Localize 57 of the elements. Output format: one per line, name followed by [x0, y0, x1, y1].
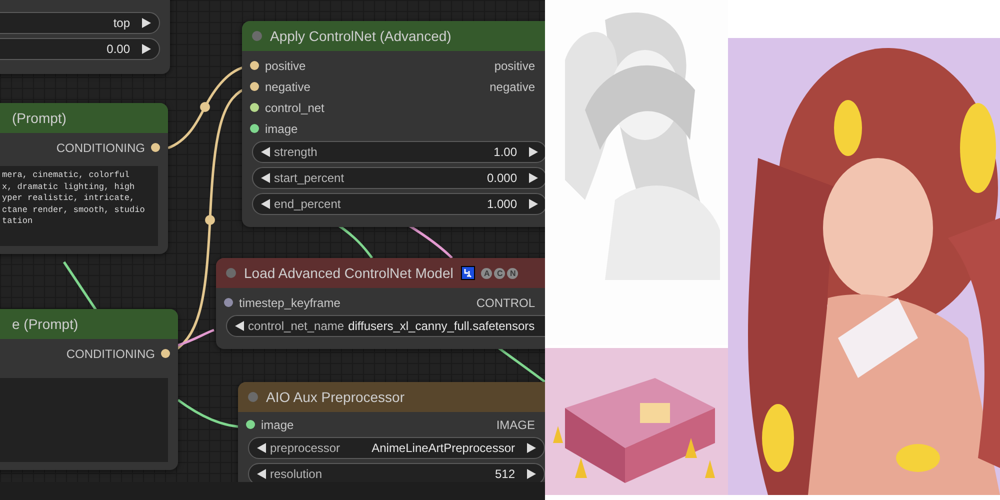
input-label: negative	[265, 80, 310, 94]
input-slot-dot[interactable]	[250, 103, 259, 112]
prompt-field[interactable]: mera, cinematic, colorful x, dramatic lighting, high yper realistic, intricate, ctane render, smooth, studio tation	[0, 166, 158, 246]
arrow-right-icon[interactable]	[527, 469, 536, 479]
arrow-left-icon[interactable]	[235, 321, 244, 331]
value-widget[interactable]: top	[0, 12, 160, 34]
input-label: image	[265, 122, 298, 136]
arrow-right-icon[interactable]	[529, 199, 538, 209]
arrow-left-icon[interactable]	[261, 147, 270, 157]
node-title: (Prompt)	[11, 110, 66, 126]
output-label: CONDITIONING	[66, 346, 155, 360]
arrow-right-icon[interactable]	[529, 173, 538, 183]
arrow-left-icon[interactable]	[261, 173, 270, 183]
source-badge: C	[494, 268, 506, 278]
value-widget[interactable]: preprocessor AnimeLineArtPreprocessor	[248, 437, 545, 459]
output-label: CONDITIONING	[56, 140, 145, 154]
node-title: Load Advanced ControlNet Model	[244, 265, 454, 281]
arrow-right-icon[interactable]	[142, 18, 151, 28]
node-title: AIO Aux Preprocessor	[266, 389, 405, 405]
value-widget[interactable]: resolution 512	[248, 463, 545, 482]
output-label: positive	[494, 58, 535, 72]
reroute-node[interactable]	[200, 102, 210, 112]
node-title: Apply ControlNet (Advanced)	[270, 28, 452, 44]
input-slot-dot[interactable]	[250, 124, 259, 133]
collapse-dot-icon[interactable]	[252, 31, 262, 41]
arrow-right-icon[interactable]	[142, 44, 151, 54]
input-label: image	[261, 418, 294, 432]
value-widget[interactable]: end_percent 1.000	[252, 193, 545, 215]
reroute-node[interactable]	[205, 215, 215, 225]
input-label: positive	[265, 58, 306, 72]
input-label: control_net	[265, 100, 324, 114]
node-title: e (Prompt)	[11, 316, 78, 332]
link-wire	[62, 261, 98, 311]
output-slot-dot[interactable]	[151, 143, 160, 152]
arrow-right-icon[interactable]	[529, 147, 538, 157]
input-label: timestep_keyframe	[239, 296, 340, 310]
arrow-left-icon[interactable]	[257, 469, 266, 479]
value-widget[interactable]: 0.00	[0, 38, 160, 60]
badge-icon	[461, 266, 476, 280]
collapse-dot-icon[interactable]	[226, 268, 236, 278]
input-slot-dot[interactable]	[250, 61, 259, 70]
input-slot-dot[interactable]	[246, 420, 255, 429]
arrow-right-icon[interactable]	[527, 443, 536, 453]
output-slot-dot[interactable]	[161, 349, 170, 358]
arrow-left-icon[interactable]	[261, 199, 270, 209]
output-label: negative	[490, 80, 535, 94]
collapse-dot-icon[interactable]	[248, 392, 258, 402]
output-label: IMAGE	[496, 418, 535, 432]
source-badge: N	[507, 268, 518, 278]
value-widget[interactable]: control_net_name diffusers_xl_canny_full.safetensors	[226, 315, 545, 337]
input-slot-dot[interactable]	[224, 298, 233, 307]
value-widget[interactable]: strength 1.00	[252, 141, 545, 163]
source-badge: A	[481, 268, 492, 278]
arrow-left-icon[interactable]	[257, 443, 266, 453]
output-label: CONTROL	[476, 296, 535, 310]
value-widget[interactable]: start_percent 0.000	[252, 167, 545, 189]
input-slot-dot[interactable]	[250, 82, 259, 91]
